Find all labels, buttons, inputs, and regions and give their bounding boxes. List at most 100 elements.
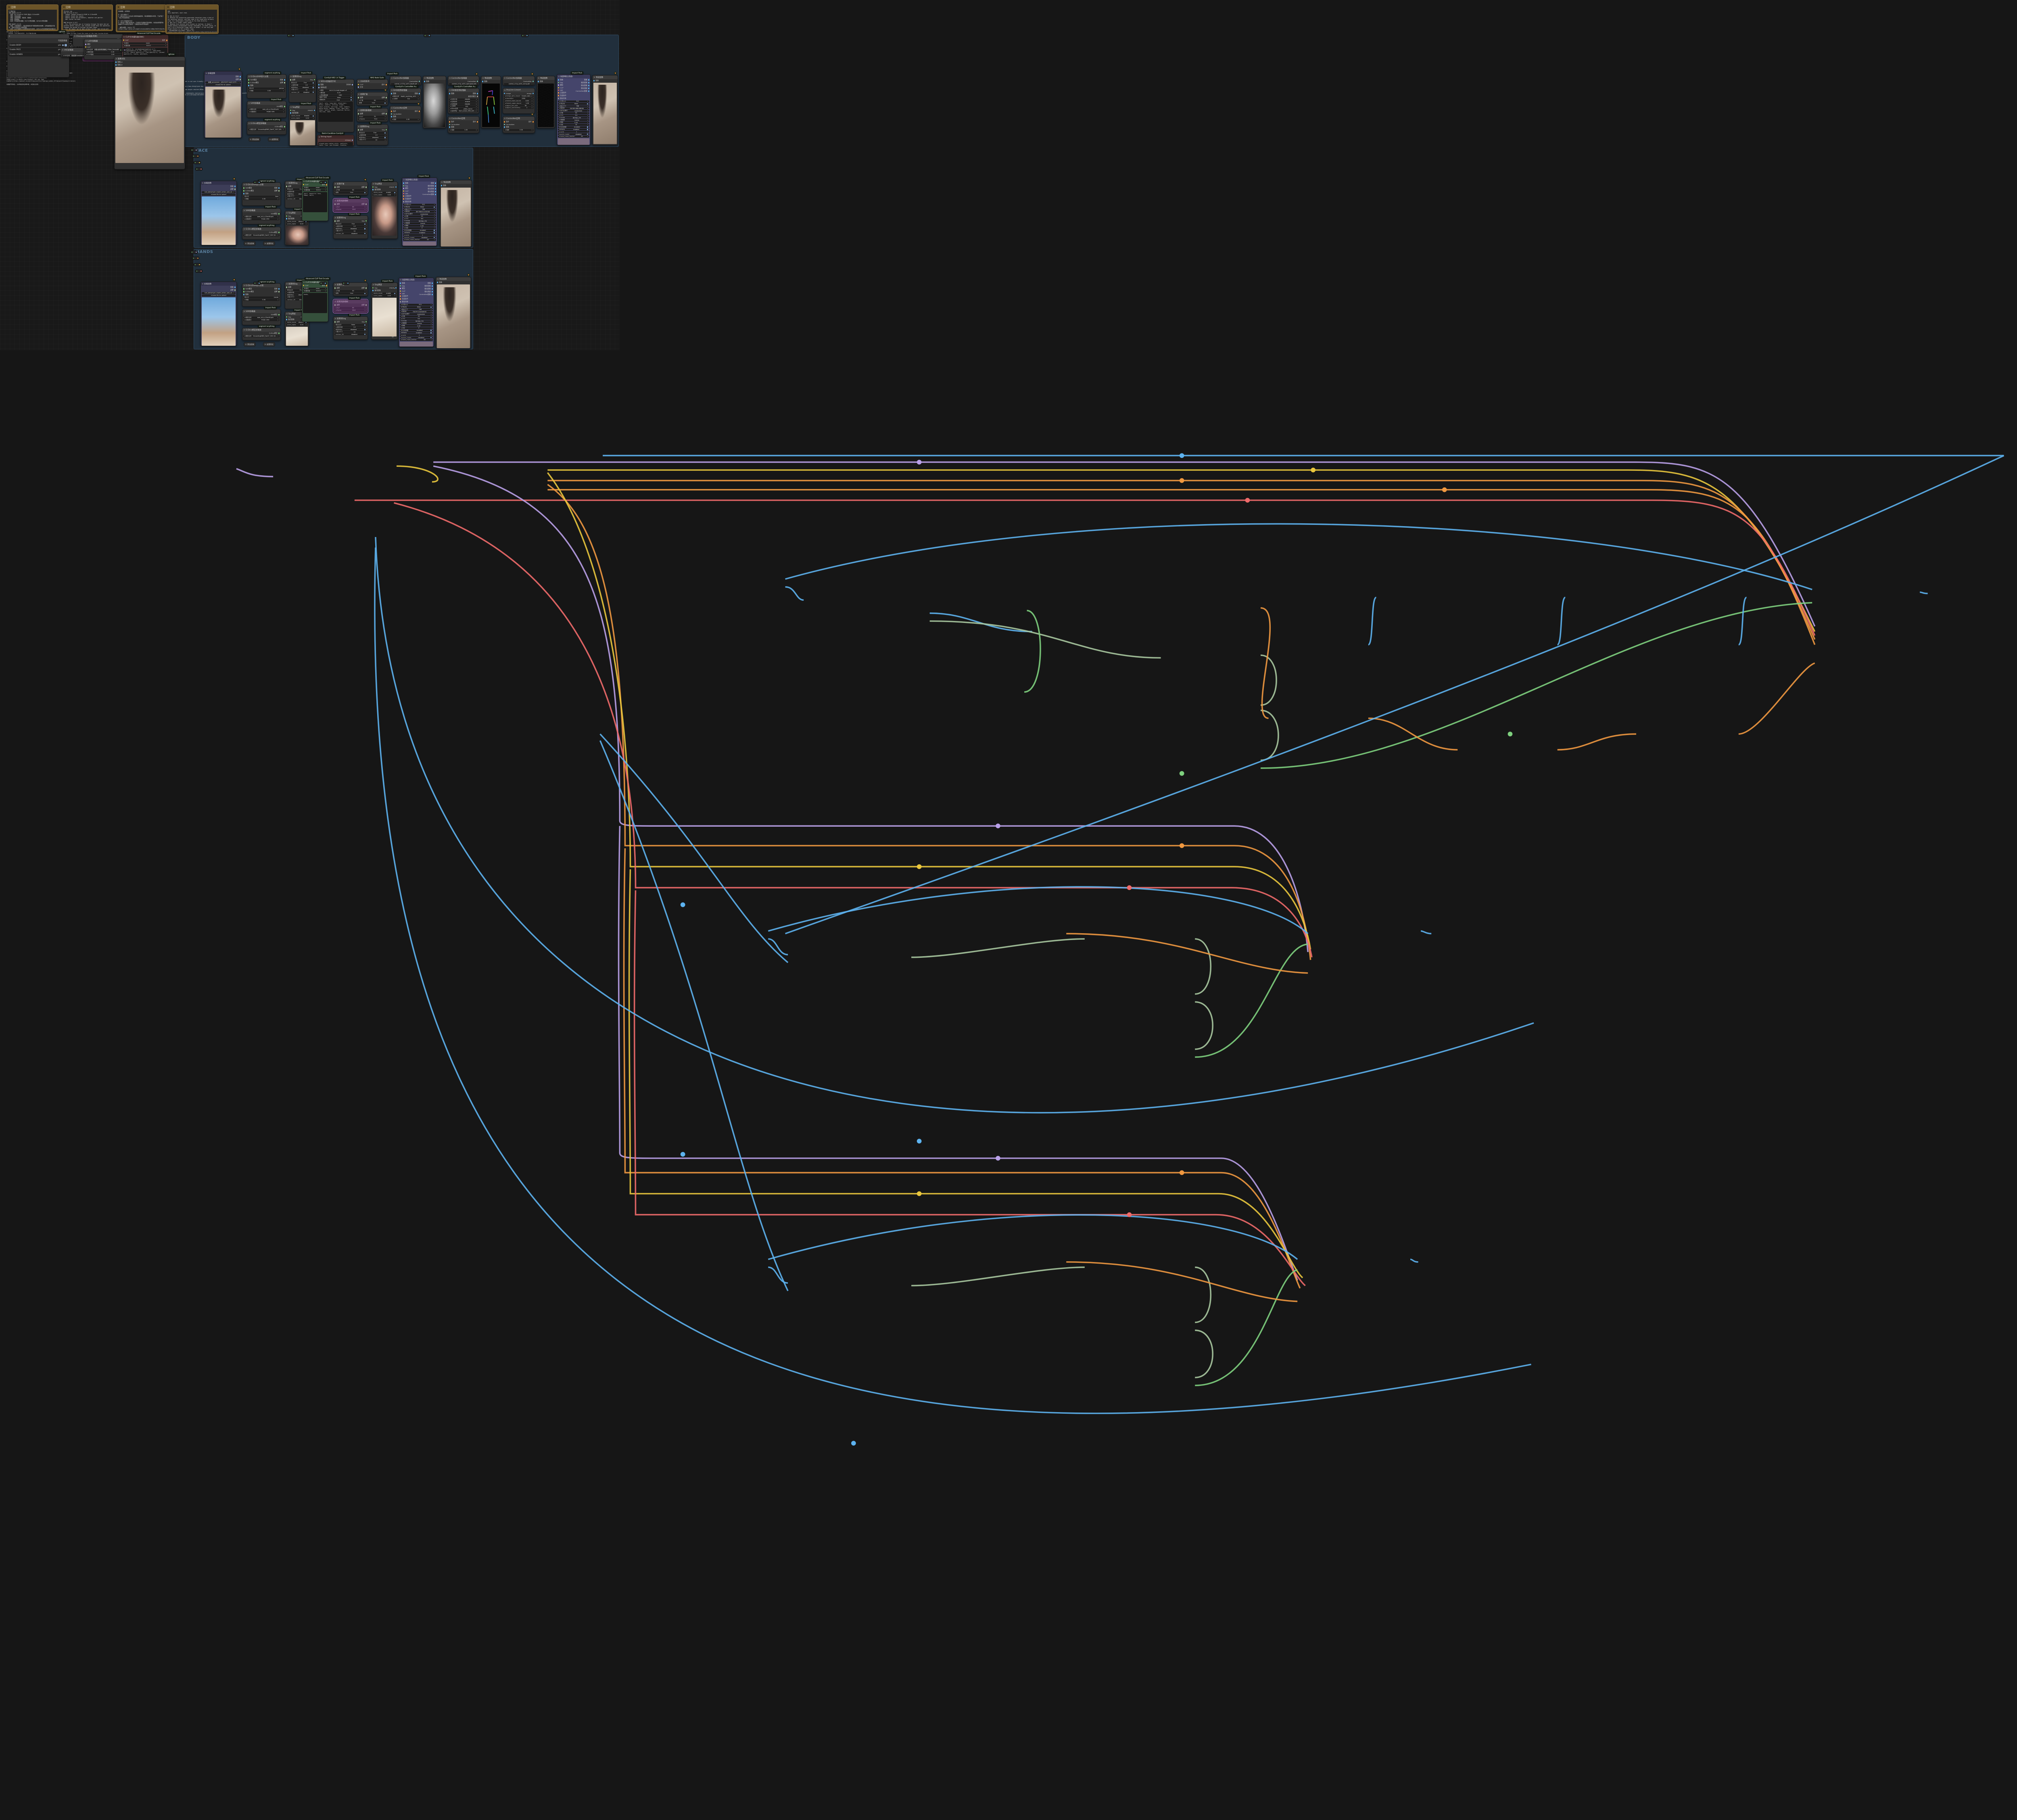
body-cn-loader-depth-output-dot-ControlNet[interactable] <box>418 80 420 82</box>
body-detailer-widget-降噪[interactable]: ◂ 降噪 0.40 ▸ <box>558 121 589 123</box>
hands-detailer-input-dot-CLIP[interactable] <box>400 290 401 292</box>
hands-gdinosam[interactable]: segment anything G-DinoSAM语义分割 SAM模型 G-Dino… <box>242 280 281 307</box>
face-detailer-input-模型[interactable]: 模型 <box>403 187 411 190</box>
clip-encode-negative[interactable]: Advanced CLIP Text Encode CLIP文本编码器(BNK) C… <box>122 32 169 60</box>
body-cn-apply-canny-input-dot-图像[interactable] <box>504 126 505 128</box>
body-cn-apply-depth-collapse-dot-icon[interactable] <box>391 107 393 109</box>
body-gdinosam-input-G-Dino模型[interactable]: G-Dino模型 <box>248 81 259 84</box>
widget-toggle-knob[interactable] <box>312 91 314 93</box>
face-mask-expand[interactable]: 遮罩扩展 遮罩 遮罩 ◂ 扩展 30 ▸ 倒角 true <box>333 178 368 195</box>
body-detailer-output-dot-细化图像[interactable] <box>588 85 589 86</box>
face-mask-expand-output-dot-遮罩[interactable] <box>365 186 367 188</box>
body-mask-to-seg-2-input-遮罩[interactable]: 遮罩 <box>358 129 363 131</box>
body-cn-apply-pose-input-ControlNet[interactable]: ControlNet <box>449 123 459 125</box>
reroute-out-dot[interactable] <box>197 155 198 157</box>
widget-toggle-knob[interactable] <box>312 115 314 117</box>
reroute-in-dot[interactable] <box>196 168 198 170</box>
body-anyline-collapse-dot-icon[interactable] <box>504 90 505 91</box>
hands-detailer-input-CLIP[interactable]: CLIP <box>400 290 408 292</box>
body-mask-to-seg-2-output-Seg[interactable]: Seg <box>382 129 387 131</box>
body-wd14-tagger-input-dot-排除标签[interactable] <box>318 87 320 88</box>
body-mask-to-seg-2-input-dot-遮罩[interactable] <box>358 129 359 131</box>
body-cn-apply-canny-output-条件[interactable]: 条件 <box>528 121 534 123</box>
face-mask-to-seg-1-collapse-dot-icon[interactable] <box>286 182 288 184</box>
face-detailer-widget-强制重绘[interactable]: 强制重绘 enabled <box>403 232 436 234</box>
group-toggle-enable-body[interactable]: Enable BODY yes → <box>8 43 68 47</box>
body-detailer-widget-调度器[interactable]: ◂ 调度器 karras ▸ <box>558 119 589 121</box>
body-preview-lineart-input-图像[interactable]: 图像 <box>538 80 543 83</box>
body-cn-apply-depth-input-ControlNet[interactable]: ControlNet <box>391 113 401 115</box>
face-detailer-output-细化通道[interactable]: 细化通道 <box>422 190 436 193</box>
body-wd14-tagger-widget-替换下划线[interactable]: 替换下划线 false <box>318 96 353 99</box>
hands-detailer-output-dot-图像[interactable] <box>431 282 433 284</box>
body-da-depth-input-dot-图像[interactable] <box>391 93 393 94</box>
hands-detailer-input-负面条件[interactable]: 负面条件 <box>400 298 408 300</box>
hands-load-image-output-遮罩[interactable]: 遮罩 <box>230 289 236 291</box>
hands-sam-loader[interactable]: Impact Pack SAM加载器 SAM模型 ◂ 模型名称 sam_vit_b_01… <box>242 306 281 325</box>
body-dw-pose-input-dot-图像[interactable] <box>449 93 451 94</box>
body-wd14-tagger-widget-角色置信度[interactable]: ◂ 角色置信度 0.85 ▸ <box>318 94 353 96</box>
body-dw-pose[interactable]: ComfyUI's ControlNet Au.. DW姿态预处理器 图像 图像 姿态关… <box>448 85 479 114</box>
body-mask-to-seg-1-output-Seg[interactable]: Seg <box>310 79 315 81</box>
widget-toggle-knob[interactable] <box>364 329 365 330</box>
reroute-14[interactable] <box>192 257 199 260</box>
hands-detailer-widget-调度器[interactable]: ◂ 调度器 karras ▸ <box>400 322 433 325</box>
body-seg-preview-1-input-dot-Seg[interactable] <box>290 109 292 111</box>
widget-step-arrow-icon[interactable]: ▸ <box>587 119 588 121</box>
body-detailer-widget-cycle[interactable]: ◂ cycle 1 ▸ <box>558 131 589 133</box>
body-detailer-input-Seg[interactable]: Seg <box>558 81 566 84</box>
hands-detailer-output-细化通道[interactable]: 细化通道 <box>419 290 433 293</box>
face-detailer-input-正面条件[interactable]: 正面条件 <box>403 195 411 197</box>
widget-step-arrow-icon[interactable]: ▸ <box>351 90 352 91</box>
body-cn-apply-pose-collapse-dot-icon[interactable] <box>449 118 451 119</box>
body-cn-apply-pose-input-dot-ControlNet[interactable] <box>449 123 451 125</box>
clip-encode-negative-widget-标准化[interactable]: 标准化 none ▸ <box>123 42 167 44</box>
widget-toggle-knob[interactable] <box>364 293 365 294</box>
body-da-depth-output-dot-图像[interactable] <box>418 93 420 94</box>
body-load-image-widget-choose file to upl[interactable]: choose file to upload <box>205 84 241 86</box>
face-gdinosam-input-dot-图像[interactable] <box>243 193 245 194</box>
reroute-3[interactable] <box>119 48 126 52</box>
body-mask-to-seg-2-widget-填充BBox[interactable]: 填充BBox disabled <box>358 136 387 139</box>
body-detailer-input-dot-模型[interactable] <box>558 84 560 86</box>
body-wd14-tagger-input-dot-图像[interactable] <box>318 84 320 86</box>
hands-gdino-loader-collapse-dot-icon[interactable] <box>244 329 245 330</box>
widget-toggle-knob[interactable] <box>312 82 314 84</box>
widget-step-arrow-icon[interactable]: ▸ <box>476 129 477 131</box>
body-detailer-widget-随机种[interactable]: ◂ 随机种 540361488188084 ▸ <box>558 107 589 110</box>
face-mask-to-seg-2-input-遮罩[interactable]: 遮罩 <box>334 220 340 222</box>
face-gdino-loader-widget-模型名称[interactable]: ◂ 模型名称 GroundingDINO_SwinT_OGC (694MB) ▸ <box>243 234 280 236</box>
body-sam-loader-output-SAM模型[interactable]: SAM模型 <box>276 105 285 108</box>
hands-preview-final[interactable]: 预览图像 图像 <box>436 274 471 349</box>
hands-mask-to-seg-2-widget-裁剪系数[interactable]: ◂ 裁剪系数 1.2 ▸ <box>334 326 367 328</box>
body-preview-depth-input-dot-图像[interactable] <box>424 81 426 82</box>
widget-step-arrow-icon[interactable]: ▸ <box>476 106 477 107</box>
body-cn-loader-pose-output-ControlNet[interactable]: ControlNet <box>468 80 478 82</box>
hands-mask-to-seg-2-input-dot-遮罩[interactable] <box>334 321 336 323</box>
body-dw-pose-widget-检测手部[interactable]: ◂ 检测手部 disable ▸ <box>449 98 478 100</box>
hands-detailer-input-dot-VAE[interactable] <box>400 293 401 295</box>
vae-loader-collapse-dot-icon[interactable] <box>62 49 63 50</box>
hands-mask-to-seg-1-input-dot-遮罩[interactable] <box>286 286 288 288</box>
hands-mask-blur-widget-Sigma[interactable]: ◂ Sigma 20.0 ▸ <box>334 309 367 311</box>
reroute-16[interactable] <box>195 270 203 273</box>
hands-clip-encode-pos-input-dot-CLIP[interactable] <box>303 284 305 286</box>
face-mask-to-seg-1-input-dot-遮罩[interactable] <box>286 186 288 187</box>
body-text-to-cond-input-文本[interactable]: 文本 <box>358 86 363 88</box>
widget-step-arrow-icon[interactable]: ▸ <box>385 139 386 141</box>
body-mask-to-seg-1[interactable]: Impact Pack 遮罩到Seg 遮罩 Seg 是否合并 True ◂ 裁剪系数 1.5 ▸… <box>289 71 316 102</box>
hands-preview-collapsed-dot-icon[interactable] <box>245 344 246 345</box>
face-seg-preview-2-collapse-dot-icon[interactable] <box>373 183 374 184</box>
face-gdinosam-input-dot-G-Dino模型[interactable] <box>243 190 245 192</box>
body-gdinosam-input-dot-G-Dino模型[interactable] <box>248 82 250 84</box>
body-mask-to-seg-1-widget-最小尺寸[interactable]: ◂ 最小尺寸 10 ▸ <box>290 89 315 91</box>
face-detailer-input-dot-正面条件[interactable] <box>403 195 405 197</box>
face-seg-preview-2-widget-min_alpha[interactable]: ◂ min_alpha 0.20 ▸ <box>372 194 397 196</box>
hands-detailer-input-正面条件[interactable]: 正面条件 <box>400 295 408 297</box>
hands-detailer[interactable]: Impact Pack 局部细化(高级) 图像 Seg 模型 CLIP VAE 正面条件 负面条… <box>399 275 434 347</box>
hands-load-image-widget-choose file to upl[interactable]: choose file to upload <box>202 294 236 297</box>
widget-toggle-knob[interactable] <box>430 336 432 339</box>
body-detailer-input-dot-图像[interactable] <box>558 79 560 81</box>
hands-detailer-widget-CFG[interactable]: ◂ CFG 6.0 ▸ <box>400 318 433 320</box>
body-string-input-textarea[interactable]: closed_eyes,indian_style, realistic, tee… <box>318 142 353 146</box>
